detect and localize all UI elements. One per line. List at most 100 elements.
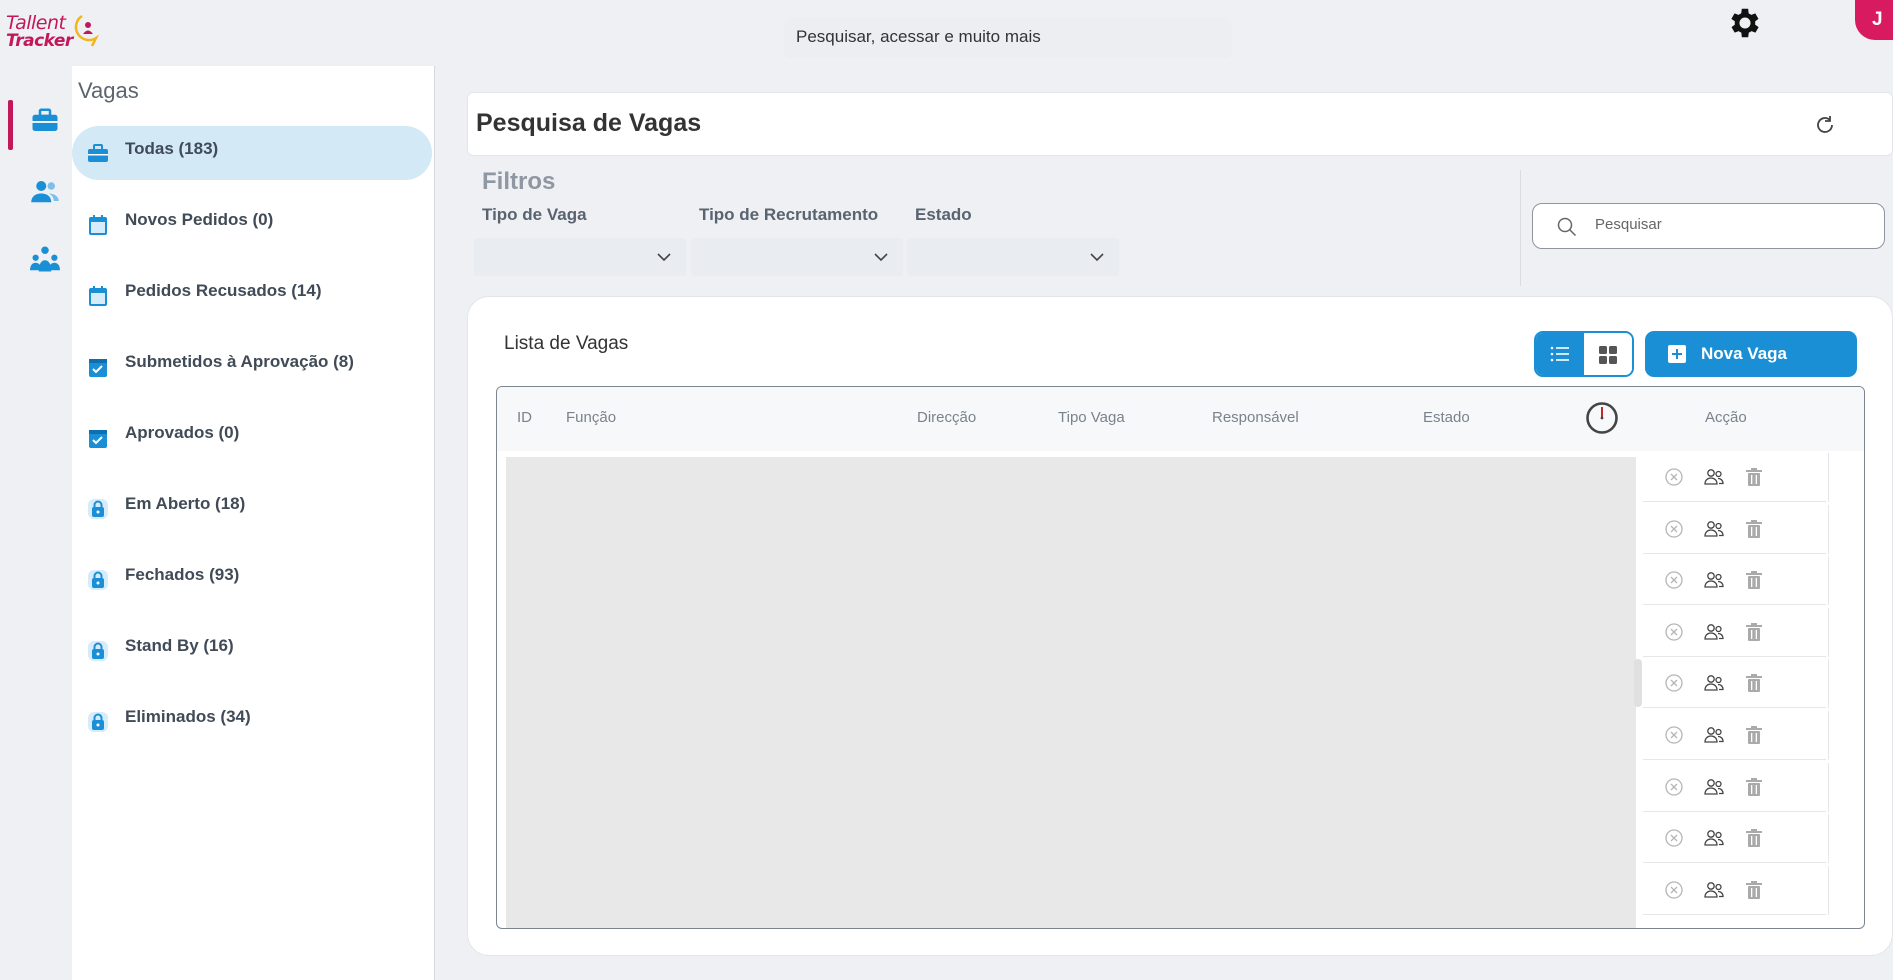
filter-select-estado[interactable] (907, 238, 1119, 276)
list-icon (1550, 346, 1569, 362)
lock-icon (88, 712, 108, 732)
cancel-icon[interactable] (1663, 879, 1685, 901)
briefcase-icon (88, 144, 108, 162)
filters-divider (1520, 170, 1521, 286)
candidates-icon[interactable] (1703, 724, 1725, 746)
list-view-button[interactable] (1536, 333, 1584, 375)
sidebar: Vagas Todas (183) Novos Pedidos (0) Pedi… (72, 66, 435, 980)
table-row-actions (1643, 556, 1826, 606)
candidates-icon[interactable] (1703, 518, 1725, 540)
sidebar-item-todas[interactable]: Todas (183) (72, 126, 432, 180)
sidebar-item-label: Aprovados (0) (125, 423, 240, 442)
row-separator (1828, 607, 1829, 657)
candidates-icon[interactable] (1703, 621, 1725, 643)
trash-icon[interactable] (1743, 672, 1765, 694)
new-job-button[interactable]: Nova Vaga (1645, 331, 1857, 377)
candidates-icon[interactable] (1703, 879, 1725, 901)
top-bar: Tallent Tracker Pesquisar, acessar e mui… (0, 0, 1893, 66)
sidebar-item-label: Submetidos à Aprovação (8) (125, 352, 354, 371)
grid-view-button[interactable] (1584, 333, 1632, 375)
cancel-icon[interactable] (1663, 569, 1685, 591)
page-title: Pesquisa de Vagas (476, 109, 702, 137)
column-header-direccao[interactable]: Direcção (917, 409, 976, 426)
trash-icon[interactable] (1743, 827, 1765, 849)
column-header-estado[interactable]: Estado (1423, 409, 1470, 426)
row-separator (1828, 762, 1829, 812)
calendar-icon (89, 286, 107, 306)
table-row-actions (1643, 814, 1826, 864)
view-toggle (1534, 331, 1634, 377)
trash-icon[interactable] (1743, 776, 1765, 798)
table-row-actions (1643, 607, 1826, 657)
trash-icon[interactable] (1743, 466, 1765, 488)
candidates-icon[interactable] (1703, 827, 1725, 849)
filter-label-tipo-recrutamento: Tipo de Recrutamento (699, 205, 879, 224)
candidates-icon[interactable] (1703, 672, 1725, 694)
sidebar-item-stand-by[interactable]: Stand By (16) (72, 623, 432, 677)
cancel-icon[interactable] (1663, 518, 1685, 540)
sidebar-item-em-aberto[interactable]: Em Aberto (18) (72, 481, 432, 535)
user-avatar[interactable]: J (1855, 0, 1893, 40)
gear-icon[interactable] (1726, 4, 1764, 42)
sidebar-item-aprovados[interactable]: Aprovados (0) (72, 410, 432, 464)
row-separator (1828, 556, 1829, 606)
column-header-responsavel[interactable]: Responsável (1212, 409, 1299, 426)
users-icon[interactable] (30, 176, 60, 206)
candidates-icon[interactable] (1703, 466, 1725, 488)
sidebar-item-eliminados[interactable]: Eliminados (34) (72, 694, 432, 748)
row-separator (1828, 711, 1829, 760)
table-row-actions (1643, 762, 1826, 812)
lock-icon (88, 641, 108, 661)
sidebar-item-label: Eliminados (34) (125, 707, 251, 726)
cancel-icon[interactable] (1663, 827, 1685, 849)
column-header-id[interactable]: ID (517, 409, 532, 426)
table-header: ID Função Direcção Tipo Vaga Responsável… (497, 387, 1864, 451)
sidebar-item-fechados[interactable]: Fechados (93) (72, 552, 432, 606)
job-list-card: Lista de Vagas Nova Vaga ID Função Direc… (467, 296, 1893, 956)
sidebar-title: Vagas (78, 78, 139, 103)
trash-icon[interactable] (1743, 518, 1765, 540)
rail-active-indicator (8, 100, 13, 150)
trash-icon[interactable] (1743, 621, 1765, 643)
cancel-icon[interactable] (1663, 776, 1685, 798)
column-header-funcao[interactable]: Função (566, 409, 616, 426)
table-row-actions (1643, 453, 1826, 502)
sidebar-item-novos-pedidos[interactable]: Novos Pedidos (0) (72, 197, 432, 251)
refresh-icon[interactable] (1813, 113, 1837, 137)
sidebar-item-submetidos[interactable]: Submetidos à Aprovação (8) (72, 339, 432, 393)
candidates-icon[interactable] (1703, 569, 1725, 591)
filter-label-estado: Estado (915, 205, 972, 224)
table-loading-placeholder (506, 457, 1636, 928)
table-row-actions (1643, 504, 1826, 554)
briefcase-icon[interactable] (30, 106, 60, 136)
trash-icon[interactable] (1743, 879, 1765, 901)
trash-icon[interactable] (1743, 569, 1765, 591)
table-row-actions (1643, 865, 1826, 915)
row-separator (1828, 814, 1829, 864)
row-separator (1828, 865, 1829, 915)
search-field[interactable] (1532, 203, 1885, 249)
filter-select-tipo-recrutamento[interactable] (691, 238, 903, 276)
app-logo[interactable]: Tallent Tracker (6, 12, 106, 52)
trash-icon[interactable] (1743, 724, 1765, 746)
global-search-input[interactable]: Pesquisar, acessar e muito mais (784, 18, 1232, 58)
filter-select-tipo-vaga[interactable] (474, 238, 686, 276)
filter-label-tipo-vaga: Tipo de Vaga (482, 205, 587, 224)
sidebar-item-label: Todas (183) (125, 139, 219, 158)
sidebar-item-label: Stand By (16) (125, 636, 234, 655)
cancel-icon[interactable] (1663, 724, 1685, 746)
grid-icon (1599, 346, 1617, 364)
candidates-icon[interactable] (1703, 776, 1725, 798)
sidebar-item-pedidos-recusados[interactable]: Pedidos Recusados (14) (72, 268, 432, 322)
cancel-icon[interactable] (1663, 466, 1685, 488)
cancel-icon[interactable] (1663, 672, 1685, 694)
page-header: Pesquisa de Vagas (467, 92, 1893, 156)
chevron-down-icon (874, 253, 888, 262)
cancel-icon[interactable] (1663, 621, 1685, 643)
search-input[interactable] (1595, 216, 1865, 233)
plus-square-icon (1668, 345, 1686, 363)
team-icon[interactable] (30, 244, 60, 274)
column-header-tipo-vaga[interactable]: Tipo Vaga (1058, 409, 1125, 426)
table-row-actions (1643, 659, 1826, 709)
scroll-handle[interactable] (1634, 659, 1642, 707)
